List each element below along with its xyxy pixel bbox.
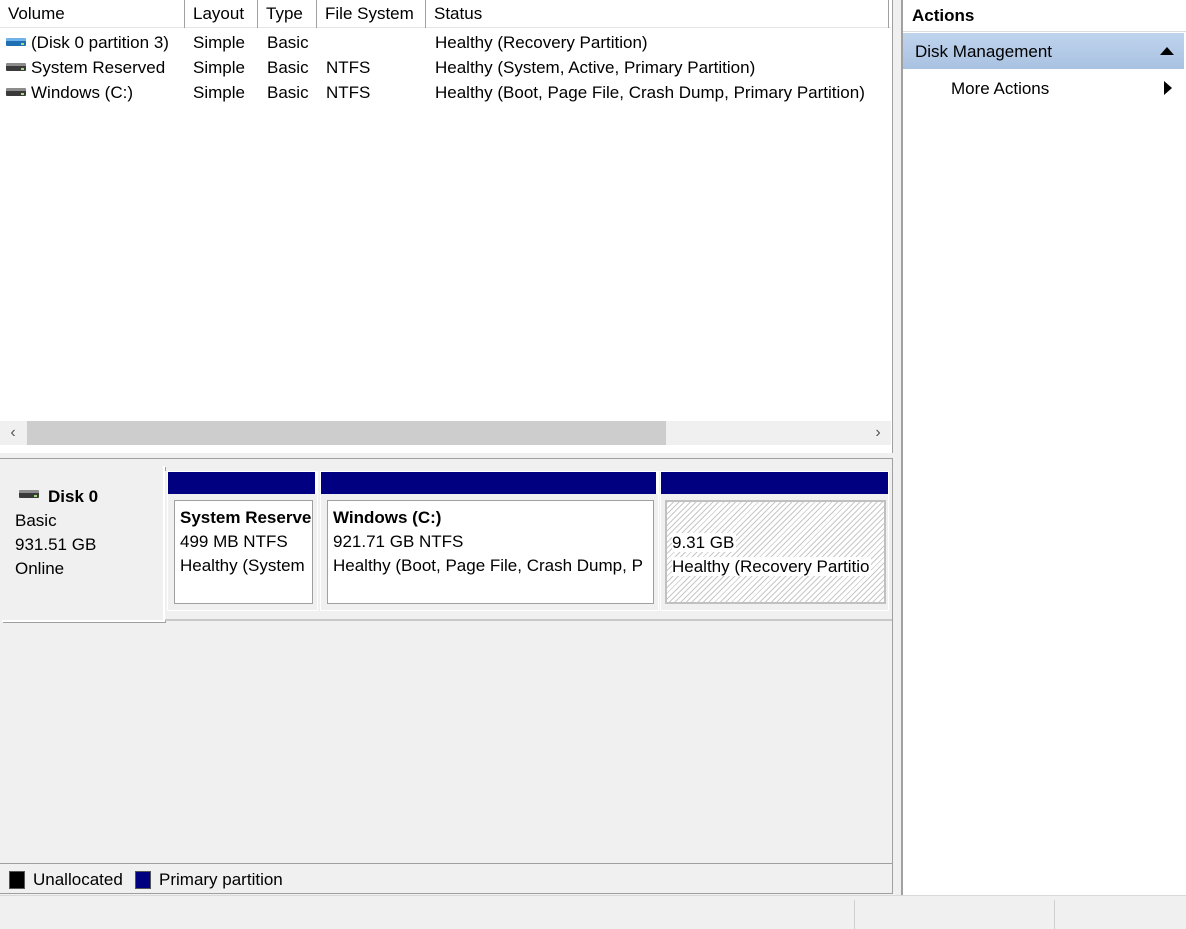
volume-status: Healthy (Boot, Page File, Crash Dump, Pr… (435, 83, 865, 102)
scrollbar-thumb[interactable] (27, 421, 666, 445)
column-header-volume[interactable]: Volume (0, 0, 185, 28)
volume-row[interactable]: (Disk 0 partition 3) Simple Basic Health… (0, 30, 891, 55)
column-header-type[interactable]: Type (258, 0, 317, 28)
primary-partition-bar (661, 472, 888, 494)
disk-type: Basic (15, 511, 57, 530)
disk-drive-icon (19, 490, 39, 498)
partition-size: 9.31 GB (672, 533, 737, 552)
primary-partition-bar (168, 472, 317, 494)
volume-status: Healthy (System, Active, Primary Partiti… (435, 58, 756, 77)
disk-size: 931.51 GB (15, 535, 97, 554)
disk-info-box[interactable]: Disk 0 Basic 931.51 GB Online (2, 466, 165, 622)
collapse-up-arrow-icon[interactable] (1160, 47, 1174, 55)
partition-recovery[interactable]: 9.31 GB Healthy (Recovery Partitio (660, 471, 889, 611)
partition-system-reserved[interactable]: System Reserve 499 MB NTFS Healthy (Syst… (167, 471, 318, 611)
partition-size: 921.71 GB NTFS (333, 532, 464, 551)
volume-file-system: NTFS (326, 83, 371, 102)
volume-name: Windows (C:) (31, 83, 134, 102)
partition-name: Windows (C:) (333, 508, 442, 527)
legend-swatch-unallocated (9, 871, 25, 889)
volume-layout: Simple (193, 33, 245, 52)
volume-list-pane: Volume Layout Type File System Status (D… (0, 0, 893, 453)
status-bar-pane (854, 900, 1054, 929)
scroll-left-arrow-icon[interactable]: ‹ (0, 421, 26, 445)
volume-file-system: NTFS (326, 58, 371, 77)
legend-label-primary: Primary partition (159, 870, 283, 889)
legend-bar: Unallocated Primary partition (0, 863, 893, 894)
volume-layout: Simple (193, 58, 245, 77)
more-actions-label: More Actions (951, 79, 1050, 98)
more-actions-item[interactable]: More Actions (903, 72, 1184, 106)
legend-label-unallocated: Unallocated (33, 870, 123, 889)
volume-row[interactable]: System Reserved Simple Basic NTFS Health… (0, 55, 891, 80)
partition-name: System Reserve (180, 508, 312, 527)
scroll-right-arrow-icon[interactable]: › (865, 421, 891, 445)
drive-icon (6, 63, 26, 71)
partition-body: System Reserve 499 MB NTFS Healthy (Syst… (174, 500, 313, 604)
column-header-layout[interactable]: Layout (185, 0, 258, 28)
partition-status: Healthy (Boot, Page File, Crash Dump, P (333, 556, 643, 575)
column-header: Volume Layout Type File System Status (0, 0, 891, 28)
partition-status: Healthy (System (180, 556, 305, 575)
disk-graphical-pane: Disk 0 Basic 931.51 GB Online System Res… (0, 459, 893, 863)
partition-status: Healthy (Recovery Partitio (672, 557, 872, 576)
partition-size: 499 MB NTFS (180, 532, 288, 551)
column-header-status[interactable]: Status (426, 0, 889, 28)
disk-state: Online (15, 559, 65, 578)
actions-group-label: Disk Management (915, 42, 1053, 61)
volume-layout: Simple (193, 83, 245, 102)
volume-name: System Reserved (31, 58, 166, 77)
volume-row[interactable]: Windows (C:) Simple Basic NTFS Healthy (… (0, 80, 891, 105)
primary-partition-bar (321, 472, 658, 494)
volume-type: Basic (267, 33, 309, 52)
actions-title: Actions (903, 0, 1186, 32)
volume-type: Basic (267, 58, 309, 77)
column-header-file-system[interactable]: File System (317, 0, 426, 28)
partition-body: Windows (C:) 921.71 GB NTFS Healthy (Boo… (327, 500, 654, 604)
actions-pane: Actions Disk Management More Actions (901, 0, 1186, 895)
partition-body: 9.31 GB Healthy (Recovery Partitio (665, 500, 886, 604)
volume-status: Healthy (Recovery Partition) (435, 33, 648, 52)
status-bar (0, 895, 1186, 929)
partition-windows-c[interactable]: Windows (C:) 921.71 GB NTFS Healthy (Boo… (320, 471, 659, 611)
status-bar-pane (1054, 900, 1186, 929)
volume-type: Basic (267, 83, 309, 102)
volume-name: (Disk 0 partition 3) (31, 33, 169, 52)
legend-swatch-primary (135, 871, 151, 889)
blue-drive-icon (6, 38, 26, 46)
drive-icon (6, 88, 26, 96)
submenu-right-arrow-icon (1164, 81, 1172, 95)
actions-group-disk-management[interactable]: Disk Management (903, 33, 1184, 69)
horizontal-scrollbar[interactable]: ‹ › (0, 421, 891, 445)
disk-name: Disk 0 (48, 487, 99, 506)
partition-strip: System Reserve 499 MB NTFS Healthy (Syst… (165, 471, 892, 621)
